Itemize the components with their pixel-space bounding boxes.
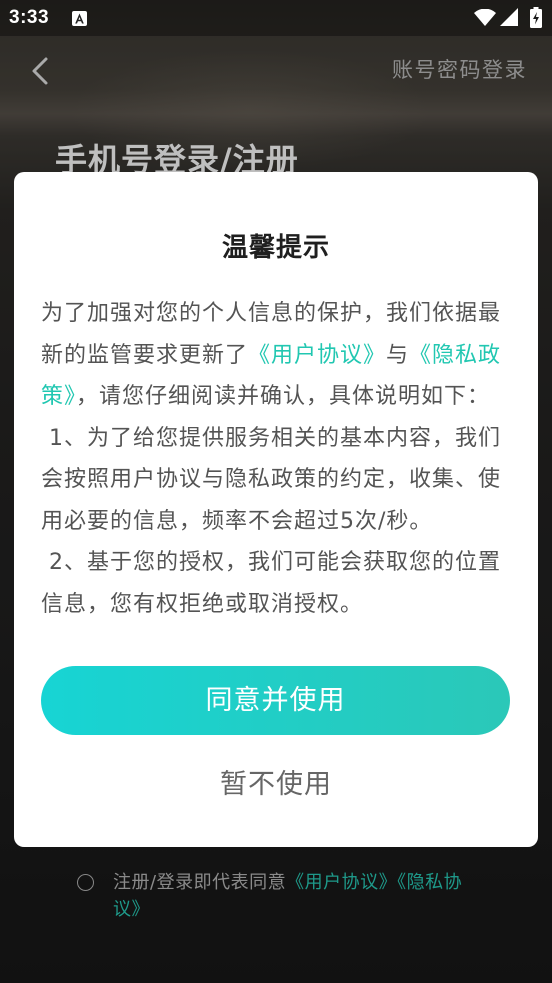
wifi-icon (474, 9, 496, 26)
agree-and-use-button[interactable]: 同意并使用 (41, 666, 510, 735)
dialog-body: 为了加强对您的个人信息的保护，我们依据最新的监管要求更新了《用户协议》与《隐私政… (41, 293, 511, 625)
notification-a-icon (72, 11, 87, 26)
dialog-title: 温馨提示 (221, 233, 330, 263)
intro-text: ，请您仔细阅读并确认，具体说明如下： (76, 384, 491, 409)
status-bar: 3:33 (0, 0, 552, 36)
dialog-item-2: 2、基于您的授权，我们可能会获取您的位置信息，您有权拒绝或取消授权。 (41, 550, 501, 617)
signal-icon (500, 8, 518, 26)
intro-text: 与 (386, 342, 410, 368)
dialog-user-agreement-link[interactable]: 《用户协议》 (248, 343, 386, 368)
status-time: 3:33 (9, 7, 50, 28)
privacy-notice-dialog: 温馨提示 为了加强对您的个人信息的保护，我们依据最新的监管要求更新了《用户协议》… (14, 172, 538, 847)
decline-button[interactable]: 暂不使用 (14, 765, 538, 805)
dialog-intro: 为了加强对您的个人信息的保护，我们依据最新的监管要求更新了《用户协议》与《隐私政… (41, 293, 511, 418)
battery-charging-icon (530, 7, 542, 28)
login-screen: 3:33 账号密码登录 手机号登录/注册 注册/登录即代表同意《用户协议》《隐私… (0, 0, 552, 983)
dialog-item-1: 1、为了给您提供服务相关的基本内容，我们会按照用户协议与隐私政策的约定，收集、使… (41, 425, 502, 534)
